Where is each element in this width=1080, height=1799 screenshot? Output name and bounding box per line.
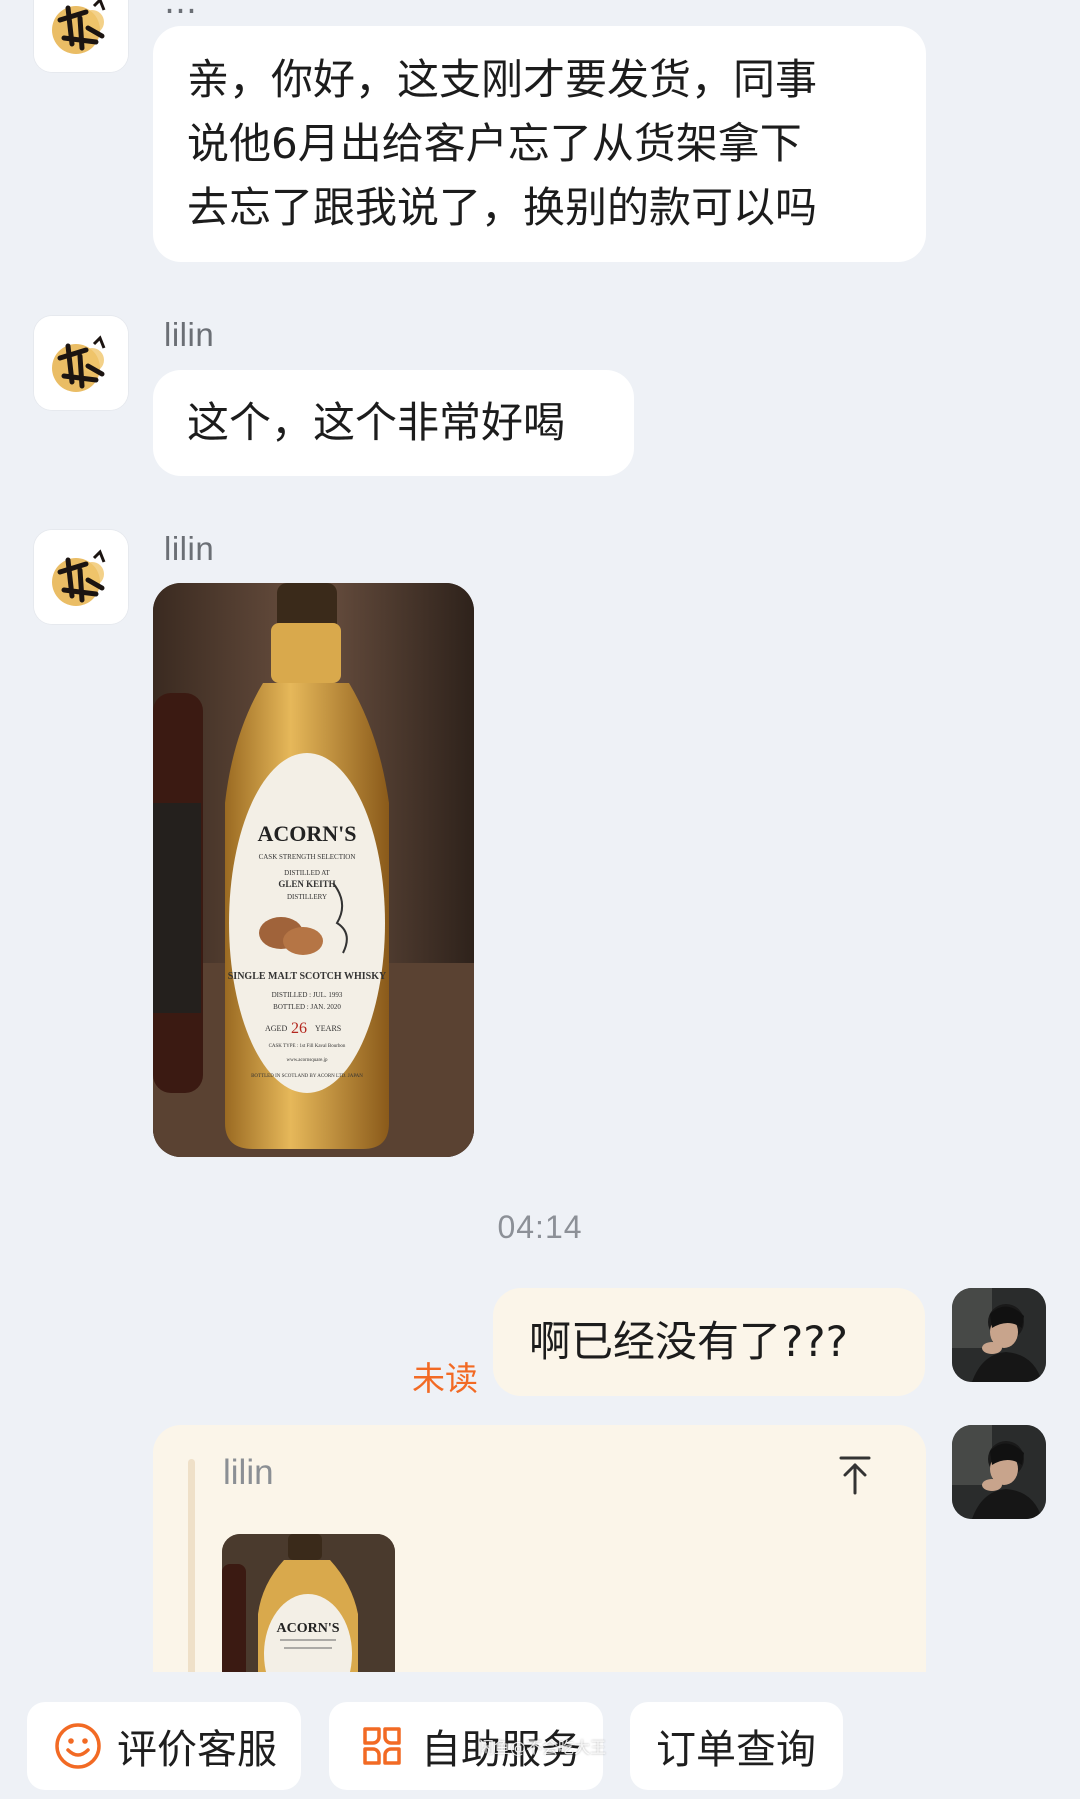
quote-sender-name: lilin xyxy=(223,1453,274,1492)
message-bubble[interactable]: 这个，这个非常好喝 xyxy=(153,370,634,476)
seller-logo-icon xyxy=(34,316,128,410)
seller-avatar[interactable] xyxy=(34,0,128,72)
message-timestamp: 04:14 xyxy=(497,1209,583,1245)
thumb-label-brand: ACORN'S xyxy=(276,1621,339,1636)
label-text: YEARS xyxy=(315,1024,341,1033)
sender-name-partial: … xyxy=(164,0,197,21)
label-text: BOTTLED : JAN. 2020 xyxy=(273,1003,341,1011)
grid-flower-icon xyxy=(363,1727,401,1765)
user-photo-icon xyxy=(952,1288,1046,1382)
quoted-message-card[interactable]: lilin ACORN'S xyxy=(153,1425,926,1675)
quote-image-thumb[interactable]: ACORN'S xyxy=(222,1534,395,1675)
seller-logo-icon xyxy=(34,0,128,72)
message-bubble[interactable]: 亲，你好，这支刚才要发货，同事 说他6月出给客户忘了从货架拿下 去忘了跟我说了，… xyxy=(153,26,926,262)
message-text: 这个，这个非常好喝 xyxy=(187,398,566,447)
label-text: DISTILLERY xyxy=(287,893,327,901)
smile-icon xyxy=(55,1723,101,1769)
user-photo-icon xyxy=(952,1425,1046,1519)
image-message[interactable]: ACORN'S CASK STRENGTH SELECTION DISTILLE… xyxy=(153,583,474,1157)
seller-avatar[interactable] xyxy=(34,530,128,624)
message-line: 亲，你好，这支刚才要发货，同事 xyxy=(187,55,818,104)
my-avatar[interactable] xyxy=(952,1288,1046,1382)
label-text: CASK STRENGTH SELECTION xyxy=(259,853,356,861)
label-text: 26 xyxy=(291,1020,307,1037)
quick-action-label: 订单查询 xyxy=(656,1727,816,1773)
watermark: 闲鱼@不会吃大王 xyxy=(478,1738,607,1757)
label-text: DISTILLED : JUL. 1993 xyxy=(272,991,343,999)
sender-name: lilin xyxy=(164,530,215,567)
seller-avatar[interactable] xyxy=(34,316,128,410)
whisky-bottle-photo: ACORN'S CASK STRENGTH SELECTION DISTILLE… xyxy=(153,583,474,1157)
label-text: SINGLE MALT SCOTCH WHISKY xyxy=(228,971,387,982)
whisky-bottle-thumb: ACORN'S xyxy=(222,1534,395,1675)
label-text: DISTILLED AT xyxy=(284,869,330,877)
quick-action-label: 评价客服 xyxy=(117,1727,277,1773)
scroll-to-top-icon[interactable] xyxy=(833,1453,877,1497)
chat-screen: … 亲，你好，这支刚才要发货，同事 说他6月出给客户忘了从货架拿下 去忘了跟我说… xyxy=(0,0,1080,1799)
message-line: 说他6月出给客户忘了从货架拿下 xyxy=(187,119,802,168)
label-text: GLEN KEITH xyxy=(278,879,335,889)
rate-service-button[interactable]: 评价客服 xyxy=(27,1702,301,1790)
label-text: CASK TYPE : 1st Fill Kaval Bourbon xyxy=(269,1044,346,1049)
my-message-bubble[interactable]: 啊已经没有了??? xyxy=(493,1288,925,1396)
my-avatar[interactable] xyxy=(952,1425,1046,1519)
order-query-button[interactable]: 订单查询 xyxy=(630,1702,843,1790)
seller-logo-icon xyxy=(34,530,128,624)
unread-status: 未读 xyxy=(412,1359,478,1398)
label-brand: ACORN'S xyxy=(257,821,356,846)
label-text: AGED xyxy=(265,1024,287,1033)
message-text: 啊已经没有了??? xyxy=(529,1317,848,1366)
label-text: BOTTLED IN SCOTLAND BY ACORN LTD. JAPAN xyxy=(251,1074,363,1079)
quote-bar xyxy=(188,1459,195,1675)
message-line: 去忘了跟我说了，换别的款可以吗 xyxy=(187,183,818,232)
sender-name: lilin xyxy=(164,316,215,353)
label-text: www.acornsquare.jp xyxy=(286,1058,328,1063)
